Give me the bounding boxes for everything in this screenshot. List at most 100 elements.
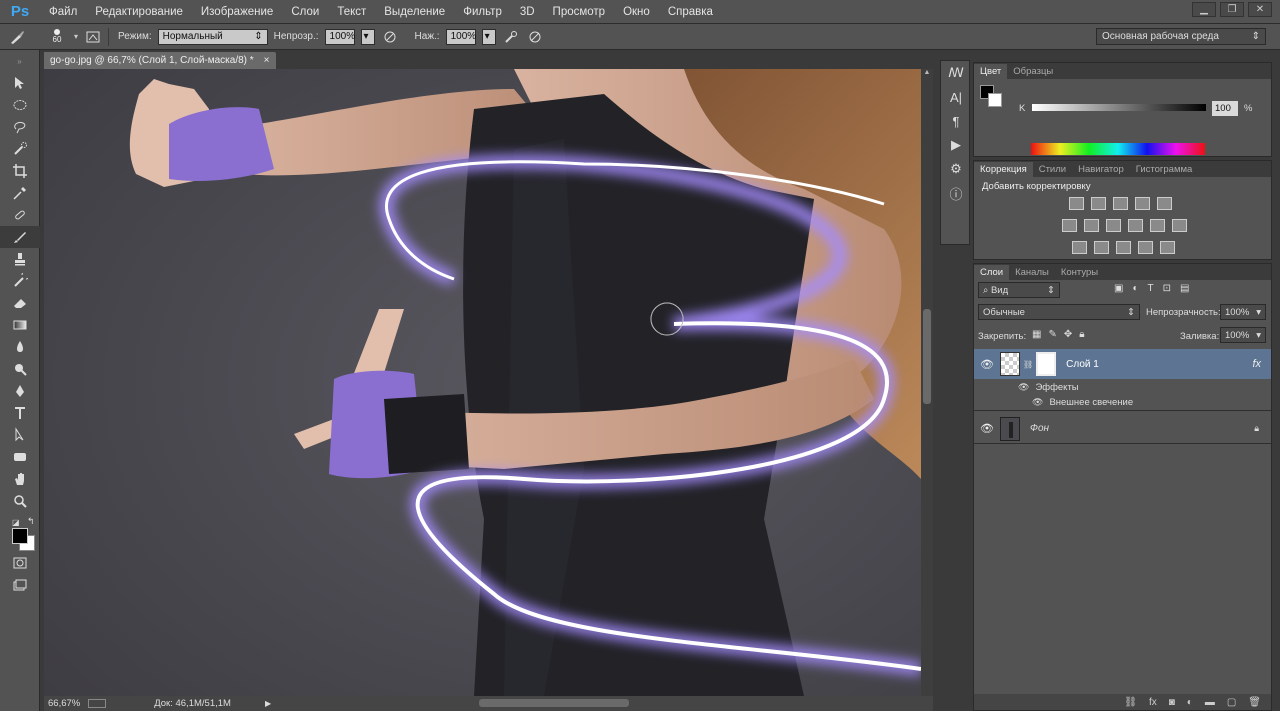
brush-panel-toggle-icon[interactable] bbox=[84, 28, 102, 46]
effects-eye-icon[interactable]: 👁︎ bbox=[1018, 382, 1029, 393]
filter-type-icon[interactable]: T bbox=[1148, 283, 1154, 294]
shape-tool-icon[interactable] bbox=[0, 446, 40, 468]
close-tab-icon[interactable]: × bbox=[264, 55, 270, 66]
filter-adjustment-icon[interactable]: ◐ bbox=[1132, 283, 1138, 294]
pressure-dropdown-icon[interactable]: ▾ bbox=[481, 28, 496, 45]
actions-panel-icon[interactable]: ▶ bbox=[941, 133, 971, 157]
tab-layers[interactable]: Слои bbox=[974, 265, 1010, 280]
k-slider[interactable] bbox=[1032, 104, 1206, 111]
pressure-input[interactable]: 100% bbox=[445, 28, 476, 45]
brush-tool-icon[interactable] bbox=[0, 226, 40, 248]
new-group-icon[interactable]: ▬ bbox=[1205, 697, 1215, 708]
tablet-size-icon[interactable] bbox=[526, 28, 544, 46]
hue-saturation-icon[interactable] bbox=[1062, 219, 1077, 232]
channel-mixer-icon[interactable] bbox=[1150, 219, 1165, 232]
eraser-tool-icon[interactable] bbox=[0, 292, 40, 314]
tab-swatches[interactable]: Образцы bbox=[1007, 64, 1059, 79]
blend-mode-select[interactable]: Обычные ⇕ bbox=[978, 304, 1140, 320]
photo-filter-icon[interactable] bbox=[1128, 219, 1143, 232]
layer-filter-select[interactable]: ⌕ Вид ⇕ bbox=[978, 282, 1060, 298]
menu-3d[interactable]: 3D bbox=[511, 0, 544, 24]
status-icon[interactable] bbox=[88, 699, 107, 708]
black-white-icon[interactable] bbox=[1106, 219, 1121, 232]
vertical-scroll-thumb[interactable] bbox=[923, 309, 931, 404]
gradient-map-icon[interactable] bbox=[1138, 241, 1153, 254]
document-tab[interactable]: go-go.jpg @ 66,7% (Слой 1, Слой-маска/8)… bbox=[44, 52, 276, 69]
mask-link-icon[interactable]: ⛓︎ bbox=[1023, 360, 1033, 369]
visibility-eye-icon[interactable]: 👁︎ bbox=[974, 358, 1000, 371]
new-layer-icon[interactable]: ▢ bbox=[1227, 697, 1236, 708]
background-layer-name[interactable]: Фон bbox=[1030, 423, 1049, 434]
zoom-tool-icon[interactable] bbox=[0, 490, 40, 512]
tab-histogram[interactable]: Гистограмма bbox=[1130, 162, 1199, 177]
outer-glow-label[interactable]: Внешнее свечение bbox=[1049, 397, 1133, 408]
close-button[interactable]: ✕ bbox=[1248, 2, 1272, 17]
tab-paths[interactable]: Контуры bbox=[1055, 265, 1104, 280]
paragraph-panel-icon[interactable]: ¶ bbox=[941, 109, 971, 133]
layer-row-background[interactable]: 👁︎ Фон 🔒︎ bbox=[974, 414, 1271, 444]
path-selection-tool-icon[interactable] bbox=[0, 424, 40, 446]
filter-smart-icon[interactable]: ▤ bbox=[1180, 283, 1189, 294]
tab-channels[interactable]: Каналы bbox=[1009, 265, 1055, 280]
dodge-tool-icon[interactable] bbox=[0, 358, 40, 380]
k-value-input[interactable]: 100 bbox=[1212, 101, 1238, 116]
menu-file[interactable]: Файл bbox=[40, 0, 86, 24]
selective-color-icon[interactable] bbox=[1160, 241, 1175, 254]
lock-all-icon[interactable]: 🔒︎ bbox=[1079, 329, 1084, 340]
levels-icon[interactable] bbox=[1091, 197, 1106, 210]
menu-view[interactable]: Просмотр bbox=[544, 0, 615, 24]
menu-layers[interactable]: Слои bbox=[282, 0, 328, 24]
eyedropper-tool-icon[interactable] bbox=[0, 182, 40, 204]
quick-selection-tool-icon[interactable] bbox=[0, 138, 40, 160]
lasso-tool-icon[interactable] bbox=[0, 116, 40, 138]
default-colors-icon[interactable]: ◪ bbox=[12, 518, 20, 527]
tab-styles[interactable]: Стили bbox=[1033, 162, 1072, 177]
brush-preset-arrow-icon[interactable]: ▾ bbox=[74, 32, 78, 41]
brightness-icon[interactable] bbox=[1069, 197, 1084, 210]
layer-mask-thumbnail[interactable] bbox=[1036, 352, 1057, 376]
tab-adjustments[interactable]: Коррекция bbox=[974, 162, 1033, 177]
horizontal-scroll-thumb[interactable] bbox=[479, 699, 629, 707]
menu-edit[interactable]: Редактирование bbox=[86, 0, 192, 24]
color-lookup-icon[interactable] bbox=[1172, 219, 1187, 232]
opacity-input[interactable]: 100% bbox=[324, 28, 355, 45]
lock-transparency-icon[interactable]: ▦ bbox=[1032, 329, 1041, 340]
minimize-button[interactable]: ▁ bbox=[1192, 2, 1216, 17]
menu-help[interactable]: Справка bbox=[659, 0, 722, 24]
brush-tool-icon[interactable] bbox=[8, 28, 26, 46]
color-balance-icon[interactable] bbox=[1084, 219, 1099, 232]
posterize-icon[interactable] bbox=[1094, 241, 1109, 254]
history-brush-tool-icon[interactable] bbox=[0, 270, 40, 292]
quick-mask-icon[interactable] bbox=[0, 552, 40, 574]
menu-filter[interactable]: Фильтр bbox=[454, 0, 511, 24]
filter-pixel-icon[interactable]: ▣ bbox=[1114, 283, 1123, 294]
outer-glow-eye-icon[interactable]: 👁︎ bbox=[1032, 397, 1043, 408]
scroll-up-icon[interactable]: ▲ bbox=[921, 69, 933, 76]
brush-presets-panel-icon[interactable]: ꟿ bbox=[941, 61, 971, 85]
screen-mode-icon[interactable] bbox=[0, 574, 40, 596]
menu-image[interactable]: Изображение bbox=[192, 0, 282, 24]
pen-tool-icon[interactable] bbox=[0, 380, 40, 402]
add-mask-icon[interactable]: ◙ bbox=[1169, 697, 1175, 708]
hand-tool-icon[interactable] bbox=[0, 468, 40, 490]
fx-badge-icon[interactable]: fx bbox=[1252, 358, 1261, 370]
blur-tool-icon[interactable] bbox=[0, 336, 40, 358]
properties-panel-icon[interactable]: ⚙ bbox=[941, 157, 971, 181]
exposure-icon[interactable] bbox=[1135, 197, 1150, 210]
tab-navigator[interactable]: Навигатор bbox=[1072, 162, 1130, 177]
character-panel-icon[interactable]: A| bbox=[941, 85, 971, 109]
delete-layer-icon[interactable]: 🗑︎ bbox=[1248, 697, 1261, 708]
mode-select[interactable]: Нормальный ⇕ bbox=[157, 28, 268, 45]
menu-type[interactable]: Текст bbox=[328, 0, 375, 24]
restore-button[interactable]: ❐ bbox=[1220, 2, 1244, 17]
vertical-scrollbar[interactable]: ▲ bbox=[921, 69, 933, 696]
link-layers-icon[interactable]: ⛓︎ bbox=[1124, 697, 1137, 708]
move-tool-icon[interactable] bbox=[0, 72, 40, 94]
curves-icon[interactable] bbox=[1113, 197, 1128, 210]
workspace-select[interactable]: Основная рабочая среда ⇕ bbox=[1096, 28, 1266, 45]
lock-position-icon[interactable]: ✥ bbox=[1064, 329, 1072, 340]
tab-color[interactable]: Цвет bbox=[974, 64, 1008, 79]
layer-row-layer1[interactable]: 👁︎ ⛓︎ Слой 1 fx bbox=[974, 349, 1271, 379]
add-style-icon[interactable]: fx bbox=[1149, 697, 1157, 708]
visibility-eye-icon[interactable]: 👁︎ bbox=[974, 422, 1000, 435]
